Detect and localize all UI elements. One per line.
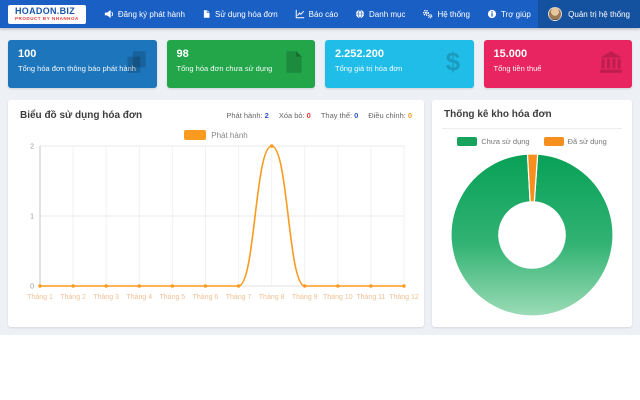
stat-phat-hanh: Phát hành: 2 (226, 111, 269, 120)
donut-legend: Chưa sử dụng Đã sử dụng (444, 137, 620, 146)
donut-legend-chua-su-dung[interactable]: Chưa sử dụng (457, 137, 530, 146)
usage-chart-stats: Phát hành: 2 Xóa bỏ: 0 Thay thế: 0 Điều chỉ… (226, 111, 412, 120)
nav-menu: Đăng ký phát hành Sử dụng hóa đơn Báo cá… (104, 0, 531, 28)
svg-text:Tháng 7: Tháng 7 (226, 294, 252, 301)
bank-icon (598, 49, 624, 80)
nav-item-label: Sử dụng hóa đơn (215, 9, 278, 19)
stock-donut-svg (450, 153, 614, 317)
svg-text:$: $ (445, 49, 460, 75)
nav-item-dang-ky-phat-hanh[interactable]: Đăng ký phát hành (104, 0, 185, 28)
legend-label-chua-su-dung: Chưa sử dụng (481, 137, 530, 146)
user-menu-label: Quản trị hệ thống (568, 9, 630, 19)
legend-swatch-chua-su-dung (457, 137, 478, 146)
bullhorn-icon (104, 9, 114, 19)
stat-card-phat-hanh[interactable]: 100 Tổng hóa đơn thông báo phát hành (8, 40, 157, 88)
svg-text:Tháng 12: Tháng 12 (389, 294, 419, 301)
usage-chart-header: Biểu đồ sử dụng hóa đơn Phát hành: 2 Xóa … (8, 100, 424, 121)
divider (442, 128, 622, 129)
svg-text:Tháng 10: Tháng 10 (323, 294, 353, 301)
nav-item-bao-cao[interactable]: Báo cáo (295, 0, 338, 28)
usage-line-chart-svg: 0 1 2 Tháng 1 Tháng 2 Tháng 3 Tháng 4 Tháng 5 Th… (27, 144, 419, 302)
stat-card-tien-thue[interactable]: 15.000 Tổng tiền thuế (483, 40, 632, 88)
stat-card-chua-su-dung[interactable]: 98 Tổng hóa đơn chưa sử dụng (166, 40, 315, 88)
svg-text:Tháng 11: Tháng 11 (356, 294, 385, 301)
donut-legend-da-su-dung[interactable]: Đã sử dụng (543, 137, 607, 146)
nav-item-su-dung-hoa-don[interactable]: Sử dụng hóa đơn (202, 0, 278, 28)
user-menu[interactable]: Quản trị hệ thống (538, 0, 640, 28)
stock-panel: Thống kê kho hóa đơn Chưa sử dụng Đã sử … (432, 100, 632, 327)
cogs-icon (422, 9, 433, 19)
copy-files-icon (123, 49, 149, 80)
svg-text:Tháng 5: Tháng 5 (160, 294, 186, 301)
svg-text:0: 0 (30, 284, 34, 291)
nav-item-label: Danh mục (369, 9, 406, 19)
stat-dieu-chinh: Điều chỉnh: 0 (368, 111, 412, 120)
navbar: HOADON.BIZ PRODUCT BY NHANHOA Đăng ký ph… (0, 0, 640, 28)
legend-swatch-da-su-dung (543, 137, 564, 146)
svg-text:Tháng 6: Tháng 6 (193, 294, 219, 301)
line-chart-legend[interactable]: Phát hành (8, 130, 424, 140)
file-solid-icon (281, 49, 307, 80)
stock-panel-title: Thống kê kho hóa đơn (444, 109, 552, 120)
dollar-icon: $ (440, 47, 466, 80)
user-avatar (548, 7, 563, 21)
svg-text:Tháng 3: Tháng 3 (93, 294, 119, 301)
nav-item-danh-muc[interactable]: Danh mục (355, 0, 405, 28)
nav-item-tro-giup[interactable]: Trợ giúp (487, 0, 531, 28)
logo-title: HOADON.BIZ (15, 5, 75, 16)
legend-label-da-su-dung: Đã sử dụng (567, 137, 607, 146)
nav-item-label: Báo cáo (308, 9, 339, 19)
logo[interactable]: HOADON.BIZ PRODUCT BY NHANHOA (8, 4, 86, 24)
svg-text:1: 1 (30, 214, 34, 221)
logo-subtitle: PRODUCT BY NHANHOA (15, 16, 79, 21)
file-icon (202, 9, 211, 19)
stat-thay-the: Thay thế: 0 (320, 111, 359, 120)
svg-text:Tháng 4: Tháng 4 (126, 294, 152, 301)
nav-item-he-thong[interactable]: Hệ thống (422, 0, 470, 28)
nav-item-label: Hệ thống (437, 9, 470, 19)
nav-item-label: Đăng ký phát hành (117, 9, 185, 19)
svg-text:Tháng 2: Tháng 2 (60, 294, 86, 301)
stat-xoa-bo: Xóa bỏ: 0 (278, 111, 311, 120)
info-icon (487, 9, 497, 19)
chart-line-icon (295, 9, 305, 19)
dashboard-content: 100 Tổng hóa đơn thông báo phát hành 98 … (0, 28, 640, 335)
stat-cards-row: 100 Tổng hóa đơn thông báo phát hành 98 … (8, 40, 632, 88)
stat-card-gia-tri[interactable]: 2.252.200 Tổng giá trị hóa đơn $ (325, 40, 474, 88)
svg-text:Tháng 1: Tháng 1 (27, 294, 53, 301)
legend-swatch-phat-hanh (184, 130, 207, 140)
svg-text:Tháng 9: Tháng 9 (292, 294, 318, 301)
usage-chart-title: Biểu đồ sử dụng hóa đơn (20, 110, 143, 121)
nav-item-label: Trợ giúp (500, 9, 531, 19)
panels-row: Biểu đồ sử dụng hóa đơn Phát hành: 2 Xóa … (8, 100, 632, 327)
svg-text:Tháng 8: Tháng 8 (259, 294, 285, 301)
globe-icon (355, 9, 365, 19)
usage-chart-panel: Biểu đồ sử dụng hóa đơn Phát hành: 2 Xóa … (8, 100, 424, 327)
svg-text:2: 2 (30, 144, 34, 151)
legend-label-phat-hanh: Phát hành (211, 130, 248, 140)
